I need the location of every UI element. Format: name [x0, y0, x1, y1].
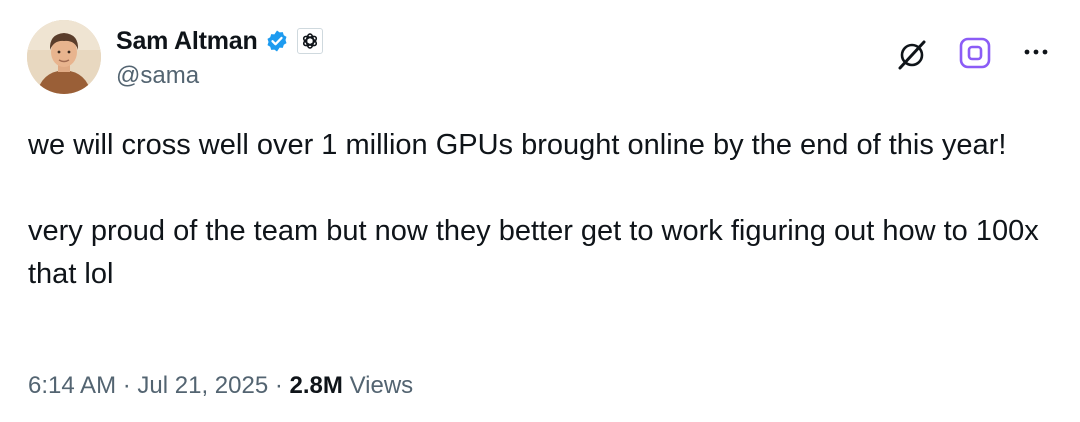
meta-separator: · — [122, 372, 131, 399]
avatar-image — [27, 20, 101, 94]
openai-logo-icon[interactable] — [296, 28, 323, 54]
tweet-paragraph: very proud of the team but now they bett… — [28, 215, 1039, 290]
author-name-row: Sam Altman — [116, 24, 323, 58]
tweet-meta: 6:14 AM · Jul 21, 2025 · 2.8M Views — [28, 372, 413, 400]
views-label[interactable]: Views — [350, 372, 414, 399]
avatar[interactable] — [27, 20, 101, 94]
tweet-date[interactable]: Jul 21, 2025 — [137, 372, 268, 399]
author-handle[interactable]: @sama — [116, 62, 199, 90]
tweet-time[interactable]: 6:14 AM — [28, 372, 116, 399]
grok-icon[interactable] — [895, 37, 929, 71]
meta-separator: · — [274, 372, 283, 399]
tweet-paragraph: we will cross well over 1 million GPUs b… — [28, 129, 1007, 161]
tweet-text: we will cross well over 1 million GPUs b… — [28, 124, 1058, 296]
author-display-name[interactable]: Sam Altman — [116, 27, 258, 56]
more-icon[interactable] — [1021, 40, 1051, 64]
verified-badge-icon[interactable] — [265, 29, 289, 53]
views-count[interactable]: 2.8M — [290, 372, 343, 399]
subscribe-icon[interactable] — [958, 36, 992, 70]
